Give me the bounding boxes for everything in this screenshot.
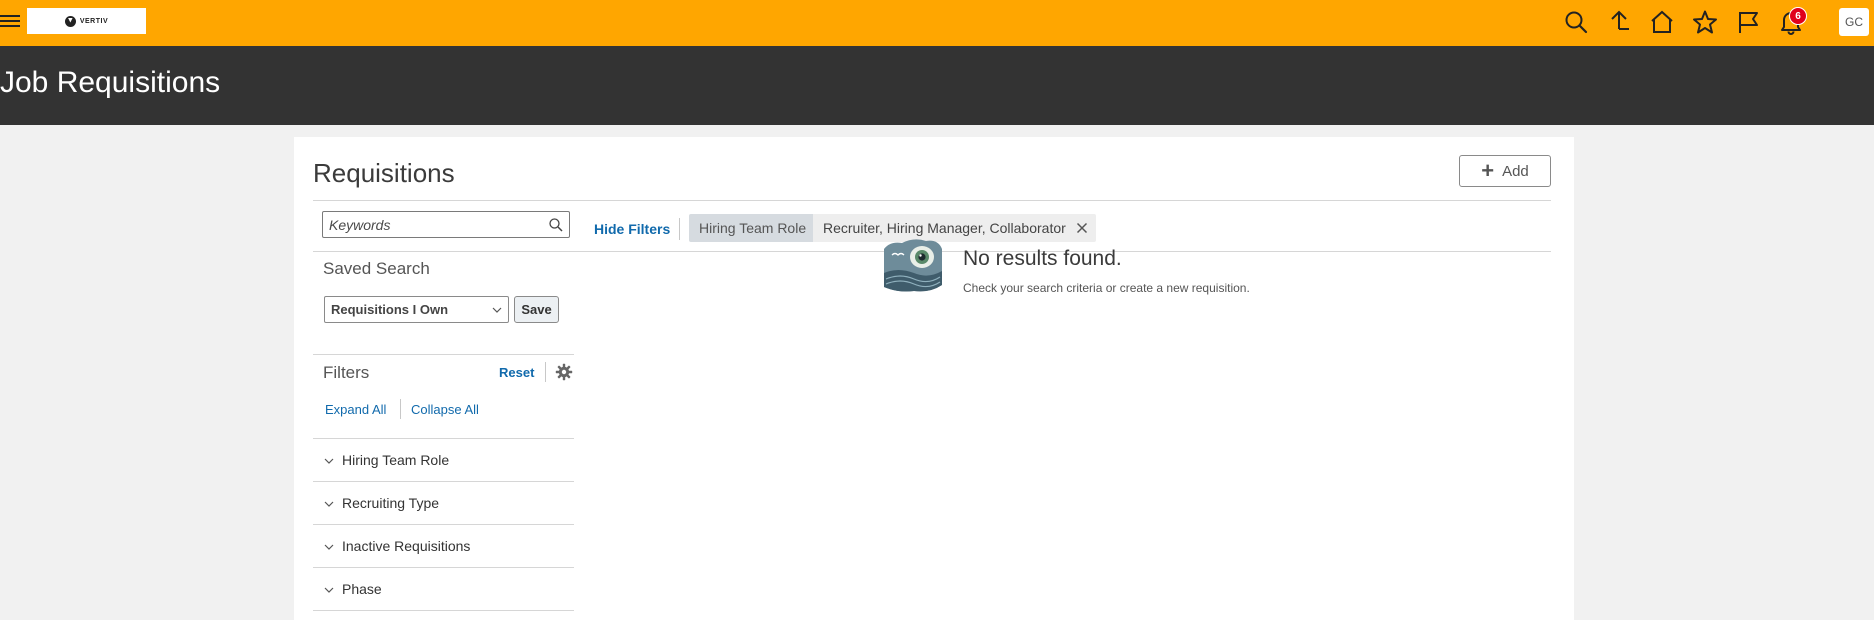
logo-mark-icon	[64, 15, 76, 27]
filter-chip-value: Recruiter, Hiring Manager, Collaborator	[813, 214, 1096, 242]
facet-inactive-requisitions[interactable]: Inactive Requisitions	[313, 525, 574, 568]
facet-label: Recruiting Type	[342, 495, 440, 511]
divider	[313, 354, 574, 355]
facet-recruiting-type[interactable]: Recruiting Type	[313, 482, 574, 525]
plus-icon: +	[1481, 158, 1495, 183]
facet-label: Phase	[342, 581, 382, 597]
add-button[interactable]: + Add	[1459, 155, 1551, 187]
separator	[679, 218, 680, 240]
expand-all-link[interactable]: Expand All	[325, 402, 386, 417]
hide-filters-link[interactable]: Hide Filters	[594, 221, 670, 237]
no-results-illustration	[884, 239, 942, 292]
no-results-subtitle: Check your search criteria or create a n…	[963, 281, 1250, 295]
filters-heading: Filters	[323, 363, 370, 382]
logo-text: VERTIV	[79, 17, 109, 25]
company-logo[interactable]: VERTIV	[27, 8, 146, 34]
requisitions-card: Requisitions + Add Hide Filters Hiring T…	[294, 137, 1574, 620]
card-title: Requisitions	[313, 158, 455, 188]
divider	[313, 200, 1551, 201]
facet-phase[interactable]: Phase	[313, 568, 574, 611]
star-icon[interactable]	[1692, 9, 1718, 35]
top-bar: VERTIV 6 GC	[0, 0, 1874, 46]
home-icon[interactable]	[1649, 9, 1675, 35]
chevron-down-icon	[492, 307, 502, 313]
saved-search-heading: Saved Search	[323, 259, 430, 278]
search-icon[interactable]	[1563, 9, 1589, 35]
reset-filters-link[interactable]: Reset	[499, 365, 534, 380]
flag-icon[interactable]	[1735, 9, 1761, 35]
collapse-all-link[interactable]: Collapse All	[411, 402, 479, 417]
user-avatar[interactable]: GC	[1839, 8, 1869, 36]
saved-search-selected: Requisitions I Own	[331, 302, 449, 317]
keyword-search-input[interactable]	[323, 212, 538, 237]
search-icon[interactable]	[548, 217, 564, 233]
page-title: Job Requisitions	[0, 66, 221, 99]
separator	[545, 362, 546, 382]
chevron-down-icon	[324, 458, 334, 464]
separator	[400, 399, 401, 419]
chevron-down-icon	[324, 587, 334, 593]
save-search-button[interactable]: Save	[514, 296, 559, 323]
no-results-title: No results found.	[963, 247, 1122, 270]
title-bar: Job Requisitions	[0, 46, 1874, 125]
remove-filter-close-icon[interactable]	[1075, 221, 1089, 235]
chevron-down-icon	[324, 544, 334, 550]
gear-icon[interactable]	[555, 363, 573, 381]
hamburger-icon[interactable]	[0, 12, 20, 32]
chevron-down-icon	[324, 501, 334, 507]
facet-hiring-team-role[interactable]: Hiring Team Role	[313, 439, 574, 482]
keyword-search-box	[322, 211, 570, 238]
facet-label: Inactive Requisitions	[342, 538, 471, 554]
upload-icon[interactable]	[1606, 9, 1632, 35]
add-button-label: Add	[1502, 162, 1529, 180]
filter-chip-label: Hiring Team Role	[689, 214, 817, 242]
facet-label: Hiring Team Role	[342, 452, 450, 468]
notification-badge: 6	[1789, 7, 1807, 25]
saved-search-select[interactable]: Requisitions I Own	[324, 296, 509, 323]
